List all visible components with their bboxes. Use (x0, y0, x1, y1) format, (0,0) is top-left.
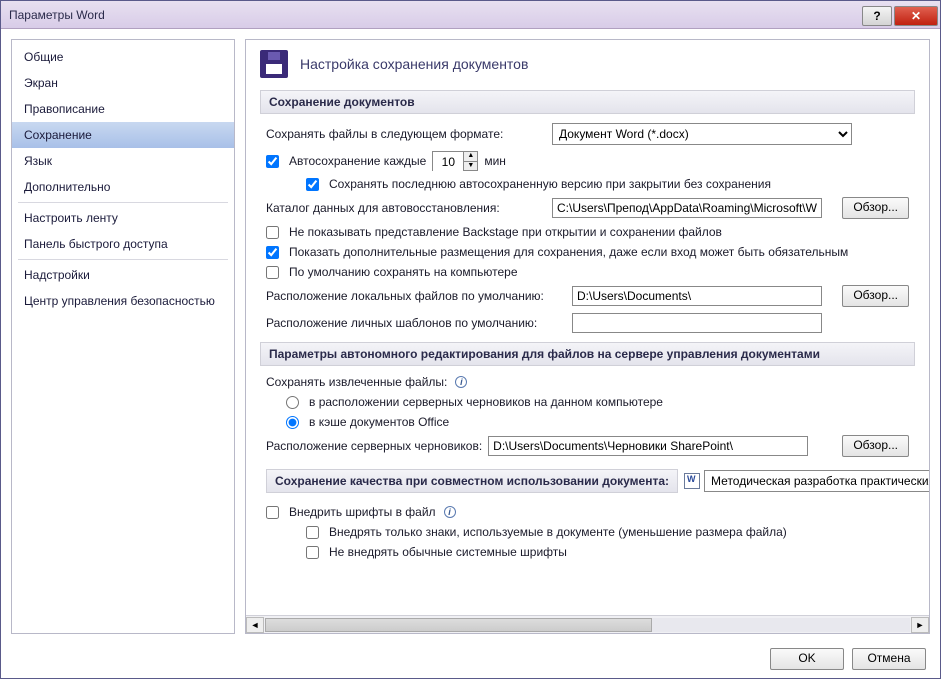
row-radio-office-cache: в кэше документов Office (260, 412, 915, 432)
window-controls: ? ✕ (862, 4, 940, 26)
options-dialog: Параметры Word ? ✕ Общие Экран Правописа… (0, 0, 941, 679)
row-embed-used-only: Внедрять только знаки, используемые в до… (260, 522, 915, 542)
input-personal-templates[interactable] (572, 313, 822, 333)
help-button[interactable]: ? (862, 6, 892, 26)
row-keep-last: Сохранять последнюю автосохраненную верс… (260, 174, 915, 194)
scroll-right-icon[interactable]: ► (911, 617, 929, 633)
browse-autorecover-button[interactable]: Обзор... (842, 197, 909, 219)
checkbox-no-backstage[interactable] (266, 226, 279, 239)
checkbox-embed-fonts[interactable] (266, 506, 279, 519)
scroll-track[interactable] (265, 618, 910, 632)
sidebar-item-addins[interactable]: Надстройки (12, 262, 234, 288)
scroll-left-icon[interactable]: ◄ (246, 617, 264, 633)
window-title: Параметры Word (9, 8, 105, 22)
row-section-fidelity: Сохранение качества при совместном испол… (260, 460, 915, 502)
input-server-drafts-path[interactable] (488, 436, 808, 456)
label-personal-templates: Расположение личных шаблонов по умолчани… (266, 316, 566, 330)
input-autosave-value[interactable] (433, 152, 463, 172)
main-scroll[interactable]: Настройка сохранения документов Сохранен… (246, 40, 929, 615)
dialog-body: Общие Экран Правописание Сохранение Язык… (1, 29, 940, 640)
sidebar-item-language[interactable]: Язык (12, 148, 234, 174)
scroll-thumb[interactable] (265, 618, 652, 632)
titlebar: Параметры Word ? ✕ (1, 1, 940, 29)
label-autorecover-path: Каталог данных для автовосстановления: (266, 201, 546, 215)
sidebar-item-customize-ribbon[interactable]: Настроить ленту (12, 205, 234, 231)
label-no-backstage: Не показывать представление Backstage пр… (289, 225, 722, 239)
input-autorecover-path[interactable] (552, 198, 822, 218)
spinner-autosave-minutes[interactable]: ▲▼ (432, 151, 478, 171)
sidebar-item-save[interactable]: Сохранение (12, 122, 234, 148)
row-personal-templates: Расположение личных шаблонов по умолчани… (260, 310, 915, 336)
radio-server-drafts[interactable] (286, 396, 299, 409)
row-save-local-default: По умолчанию сохранять на компьютере (260, 262, 915, 282)
row-no-backstage: Не показывать представление Backstage пр… (260, 222, 915, 242)
label-radio-office-cache: в кэше документов Office (309, 415, 449, 429)
row-no-system-fonts: Не внедрять обычные системные шрифты (260, 542, 915, 562)
browse-local-files-button[interactable]: Обзор... (842, 285, 909, 307)
section-fidelity: Сохранение качества при совместном испол… (266, 469, 678, 493)
sidebar-item-trust-center[interactable]: Центр управления безопасностью (12, 288, 234, 314)
horizontal-scrollbar[interactable]: ◄ ► (246, 615, 929, 633)
section-offline-editing: Параметры автономного редактирования для… (260, 342, 915, 366)
sidebar-separator (18, 259, 228, 260)
checkbox-autosave[interactable] (266, 155, 279, 168)
spin-down-icon[interactable]: ▼ (463, 162, 477, 171)
page-header: Настройка сохранения документов (260, 50, 915, 78)
category-sidebar: Общие Экран Правописание Сохранение Язык… (11, 39, 235, 634)
ok-button[interactable]: OK (770, 648, 844, 670)
checkbox-save-local-default[interactable] (266, 266, 279, 279)
label-embed-used-only: Внедрять только знаки, используемые в до… (329, 525, 787, 539)
select-fidelity-document[interactable]: Методическая разработка практических ... (704, 470, 929, 492)
row-autosave: Автосохранение каждые ▲▼ мин (260, 148, 915, 174)
spin-up-icon[interactable]: ▲ (463, 152, 477, 162)
sidebar-separator (18, 202, 228, 203)
save-diskette-icon (260, 50, 288, 78)
row-checked-out-label: Сохранять извлеченные файлы: i (260, 372, 915, 392)
label-checked-out: Сохранять извлеченные файлы: (266, 375, 447, 389)
label-keep-last: Сохранять последнюю автосохраненную верс… (329, 177, 771, 191)
main-panel: Настройка сохранения документов Сохранен… (245, 39, 930, 634)
cancel-button[interactable]: Отмена (852, 648, 926, 670)
sidebar-item-quick-access[interactable]: Панель быстрого доступа (12, 231, 234, 257)
info-icon[interactable]: i (444, 506, 456, 518)
sidebar-item-advanced[interactable]: Дополнительно (12, 174, 234, 200)
row-radio-server-drafts: в расположении серверных черновиков на д… (260, 392, 915, 412)
word-doc-icon (684, 473, 700, 489)
row-extra-locations: Показать дополнительные размещения для с… (260, 242, 915, 262)
row-autorecover-path: Каталог данных для автовосстановления: О… (260, 194, 915, 222)
label-embed-fonts: Внедрить шрифты в файл (289, 505, 436, 519)
label-server-drafts-path: Расположение серверных черновиков: (266, 439, 482, 453)
select-save-format[interactable]: Документ Word (*.docx) (552, 123, 852, 145)
radio-office-cache[interactable] (286, 416, 299, 429)
label-no-system-fonts: Не внедрять обычные системные шрифты (329, 545, 567, 559)
sidebar-item-proofing[interactable]: Правописание (12, 96, 234, 122)
label-save-format: Сохранять файлы в следующем формате: (266, 127, 546, 141)
dialog-footer: OK Отмена (1, 640, 940, 678)
label-autosave: Автосохранение каждые (289, 154, 426, 168)
page-title: Настройка сохранения документов (300, 56, 528, 72)
close-button[interactable]: ✕ (894, 6, 938, 26)
row-save-format: Сохранять файлы в следующем формате: Док… (260, 120, 915, 148)
row-embed-fonts: Внедрить шрифты в файл i (260, 502, 915, 522)
checkbox-no-system-fonts[interactable] (306, 546, 319, 559)
row-local-files-path: Расположение локальных файлов по умолчан… (260, 282, 915, 310)
input-local-files-path[interactable] (572, 286, 822, 306)
browse-server-drafts-button[interactable]: Обзор... (842, 435, 909, 457)
section-save-documents: Сохранение документов (260, 90, 915, 114)
checkbox-keep-last-autosaved[interactable] (306, 178, 319, 191)
checkbox-embed-used-only[interactable] (306, 526, 319, 539)
label-autosave-unit: мин (484, 154, 506, 168)
sidebar-item-display[interactable]: Экран (12, 70, 234, 96)
label-local-files: Расположение локальных файлов по умолчан… (266, 289, 566, 303)
sidebar-item-general[interactable]: Общие (12, 44, 234, 70)
label-extra-locations: Показать дополнительные размещения для с… (289, 245, 848, 259)
checkbox-extra-locations[interactable] (266, 246, 279, 259)
label-save-local-default: По умолчанию сохранять на компьютере (289, 265, 518, 279)
row-server-drafts-path: Расположение серверных черновиков: Обзор… (260, 432, 915, 460)
info-icon[interactable]: i (455, 376, 467, 388)
label-radio-server-drafts: в расположении серверных черновиков на д… (309, 395, 663, 409)
